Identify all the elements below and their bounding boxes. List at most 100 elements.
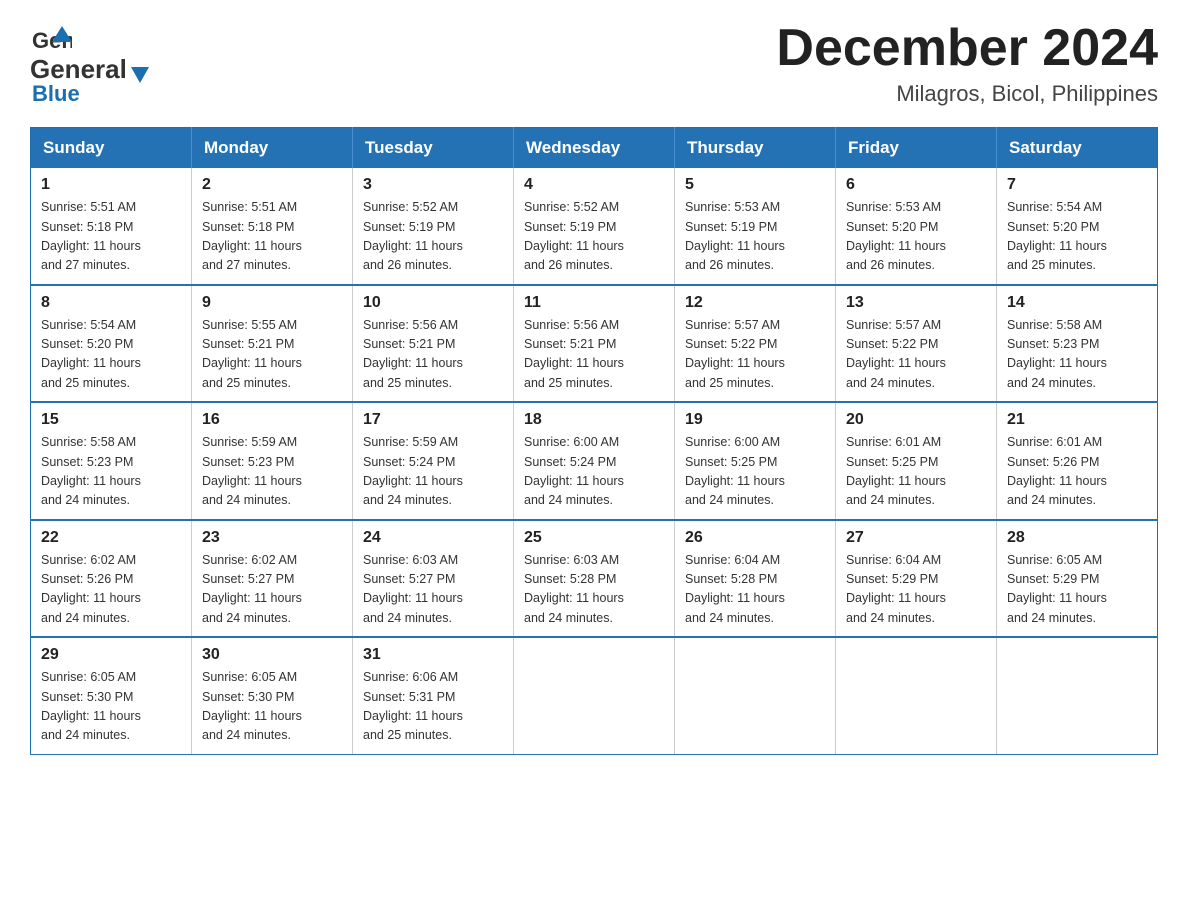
day-number: 27 <box>846 529 986 547</box>
day-info: Sunrise: 5:51 AMSunset: 5:18 PMDaylight:… <box>202 200 302 272</box>
day-info: Sunrise: 6:04 AMSunset: 5:29 PMDaylight:… <box>846 553 946 625</box>
col-monday: Monday <box>192 128 353 169</box>
day-info: Sunrise: 6:04 AMSunset: 5:28 PMDaylight:… <box>685 553 785 625</box>
calendar-cell <box>836 637 997 754</box>
day-info: Sunrise: 5:53 AMSunset: 5:19 PMDaylight:… <box>685 200 785 272</box>
col-saturday: Saturday <box>997 128 1158 169</box>
calendar-cell: 13 Sunrise: 5:57 AMSunset: 5:22 PMDaylig… <box>836 285 997 403</box>
calendar-cell: 18 Sunrise: 6:00 AMSunset: 5:24 PMDaylig… <box>514 402 675 520</box>
day-info: Sunrise: 5:59 AMSunset: 5:23 PMDaylight:… <box>202 435 302 507</box>
day-info: Sunrise: 5:51 AMSunset: 5:18 PMDaylight:… <box>41 200 141 272</box>
day-number: 28 <box>1007 529 1147 547</box>
day-number: 15 <box>41 411 181 429</box>
calendar-cell: 5 Sunrise: 5:53 AMSunset: 5:19 PMDayligh… <box>675 168 836 285</box>
page-header: General General Blue December 2024 Milag… <box>30 20 1158 107</box>
day-number: 30 <box>202 646 342 664</box>
day-number: 6 <box>846 176 986 194</box>
col-wednesday: Wednesday <box>514 128 675 169</box>
calendar-cell <box>675 637 836 754</box>
calendar-cell: 29 Sunrise: 6:05 AMSunset: 5:30 PMDaylig… <box>31 637 192 754</box>
day-info: Sunrise: 6:05 AMSunset: 5:30 PMDaylight:… <box>41 670 141 742</box>
day-number: 2 <box>202 176 342 194</box>
day-number: 22 <box>41 529 181 547</box>
calendar-header-row: Sunday Monday Tuesday Wednesday Thursday… <box>31 128 1158 169</box>
calendar-cell: 10 Sunrise: 5:56 AMSunset: 5:21 PMDaylig… <box>353 285 514 403</box>
calendar-week-row: 8 Sunrise: 5:54 AMSunset: 5:20 PMDayligh… <box>31 285 1158 403</box>
day-number: 1 <box>41 176 181 194</box>
day-number: 24 <box>363 529 503 547</box>
day-info: Sunrise: 5:56 AMSunset: 5:21 PMDaylight:… <box>363 318 463 390</box>
calendar-cell <box>514 637 675 754</box>
calendar-cell: 6 Sunrise: 5:53 AMSunset: 5:20 PMDayligh… <box>836 168 997 285</box>
day-number: 4 <box>524 176 664 194</box>
calendar-cell: 1 Sunrise: 5:51 AMSunset: 5:18 PMDayligh… <box>31 168 192 285</box>
calendar-cell: 26 Sunrise: 6:04 AMSunset: 5:28 PMDaylig… <box>675 520 836 638</box>
calendar-cell: 20 Sunrise: 6:01 AMSunset: 5:25 PMDaylig… <box>836 402 997 520</box>
day-info: Sunrise: 5:59 AMSunset: 5:24 PMDaylight:… <box>363 435 463 507</box>
day-info: Sunrise: 6:02 AMSunset: 5:27 PMDaylight:… <box>202 553 302 625</box>
calendar-cell: 23 Sunrise: 6:02 AMSunset: 5:27 PMDaylig… <box>192 520 353 638</box>
col-friday: Friday <box>836 128 997 169</box>
logo-triangle-icon <box>129 63 151 85</box>
day-info: Sunrise: 5:58 AMSunset: 5:23 PMDaylight:… <box>1007 318 1107 390</box>
day-number: 8 <box>41 294 181 312</box>
day-number: 16 <box>202 411 342 429</box>
title-section: December 2024 Milagros, Bicol, Philippin… <box>776 20 1158 107</box>
calendar-cell: 14 Sunrise: 5:58 AMSunset: 5:23 PMDaylig… <box>997 285 1158 403</box>
calendar-cell: 28 Sunrise: 6:05 AMSunset: 5:29 PMDaylig… <box>997 520 1158 638</box>
day-info: Sunrise: 6:06 AMSunset: 5:31 PMDaylight:… <box>363 670 463 742</box>
day-info: Sunrise: 5:58 AMSunset: 5:23 PMDaylight:… <box>41 435 141 507</box>
calendar-week-row: 15 Sunrise: 5:58 AMSunset: 5:23 PMDaylig… <box>31 402 1158 520</box>
day-info: Sunrise: 5:52 AMSunset: 5:19 PMDaylight:… <box>524 200 624 272</box>
calendar-cell: 15 Sunrise: 5:58 AMSunset: 5:23 PMDaylig… <box>31 402 192 520</box>
day-info: Sunrise: 5:54 AMSunset: 5:20 PMDaylight:… <box>41 318 141 390</box>
calendar-table: Sunday Monday Tuesday Wednesday Thursday… <box>30 127 1158 755</box>
day-info: Sunrise: 6:00 AMSunset: 5:24 PMDaylight:… <box>524 435 624 507</box>
logo-blue-text: Blue <box>32 81 80 107</box>
day-number: 21 <box>1007 411 1147 429</box>
day-info: Sunrise: 6:00 AMSunset: 5:25 PMDaylight:… <box>685 435 785 507</box>
day-number: 11 <box>524 294 664 312</box>
day-info: Sunrise: 6:03 AMSunset: 5:28 PMDaylight:… <box>524 553 624 625</box>
calendar-cell: 7 Sunrise: 5:54 AMSunset: 5:20 PMDayligh… <box>997 168 1158 285</box>
day-info: Sunrise: 5:53 AMSunset: 5:20 PMDaylight:… <box>846 200 946 272</box>
calendar-cell: 12 Sunrise: 5:57 AMSunset: 5:22 PMDaylig… <box>675 285 836 403</box>
calendar-cell: 3 Sunrise: 5:52 AMSunset: 5:19 PMDayligh… <box>353 168 514 285</box>
day-number: 26 <box>685 529 825 547</box>
calendar-cell: 11 Sunrise: 5:56 AMSunset: 5:21 PMDaylig… <box>514 285 675 403</box>
day-info: Sunrise: 6:01 AMSunset: 5:26 PMDaylight:… <box>1007 435 1107 507</box>
calendar-cell: 30 Sunrise: 6:05 AMSunset: 5:30 PMDaylig… <box>192 637 353 754</box>
logo-general-text: General <box>30 54 127 84</box>
calendar-cell: 16 Sunrise: 5:59 AMSunset: 5:23 PMDaylig… <box>192 402 353 520</box>
day-number: 23 <box>202 529 342 547</box>
calendar-cell: 24 Sunrise: 6:03 AMSunset: 5:27 PMDaylig… <box>353 520 514 638</box>
month-title: December 2024 <box>776 20 1158 77</box>
day-info: Sunrise: 5:57 AMSunset: 5:22 PMDaylight:… <box>846 318 946 390</box>
day-info: Sunrise: 6:01 AMSunset: 5:25 PMDaylight:… <box>846 435 946 507</box>
calendar-cell: 25 Sunrise: 6:03 AMSunset: 5:28 PMDaylig… <box>514 520 675 638</box>
day-number: 13 <box>846 294 986 312</box>
day-number: 14 <box>1007 294 1147 312</box>
day-info: Sunrise: 5:56 AMSunset: 5:21 PMDaylight:… <box>524 318 624 390</box>
location-title: Milagros, Bicol, Philippines <box>776 81 1158 107</box>
col-thursday: Thursday <box>675 128 836 169</box>
calendar-week-row: 22 Sunrise: 6:02 AMSunset: 5:26 PMDaylig… <box>31 520 1158 638</box>
day-number: 18 <box>524 411 664 429</box>
calendar-cell: 31 Sunrise: 6:06 AMSunset: 5:31 PMDaylig… <box>353 637 514 754</box>
day-number: 3 <box>363 176 503 194</box>
calendar-cell: 9 Sunrise: 5:55 AMSunset: 5:21 PMDayligh… <box>192 285 353 403</box>
day-number: 9 <box>202 294 342 312</box>
col-tuesday: Tuesday <box>353 128 514 169</box>
logo: General General Blue <box>30 20 151 107</box>
calendar-week-row: 29 Sunrise: 6:05 AMSunset: 5:30 PMDaylig… <box>31 637 1158 754</box>
day-info: Sunrise: 6:03 AMSunset: 5:27 PMDaylight:… <box>363 553 463 625</box>
calendar-cell: 22 Sunrise: 6:02 AMSunset: 5:26 PMDaylig… <box>31 520 192 638</box>
day-number: 19 <box>685 411 825 429</box>
day-number: 20 <box>846 411 986 429</box>
day-number: 31 <box>363 646 503 664</box>
calendar-cell: 4 Sunrise: 5:52 AMSunset: 5:19 PMDayligh… <box>514 168 675 285</box>
day-info: Sunrise: 5:57 AMSunset: 5:22 PMDaylight:… <box>685 318 785 390</box>
day-number: 7 <box>1007 176 1147 194</box>
calendar-week-row: 1 Sunrise: 5:51 AMSunset: 5:18 PMDayligh… <box>31 168 1158 285</box>
day-info: Sunrise: 6:05 AMSunset: 5:30 PMDaylight:… <box>202 670 302 742</box>
